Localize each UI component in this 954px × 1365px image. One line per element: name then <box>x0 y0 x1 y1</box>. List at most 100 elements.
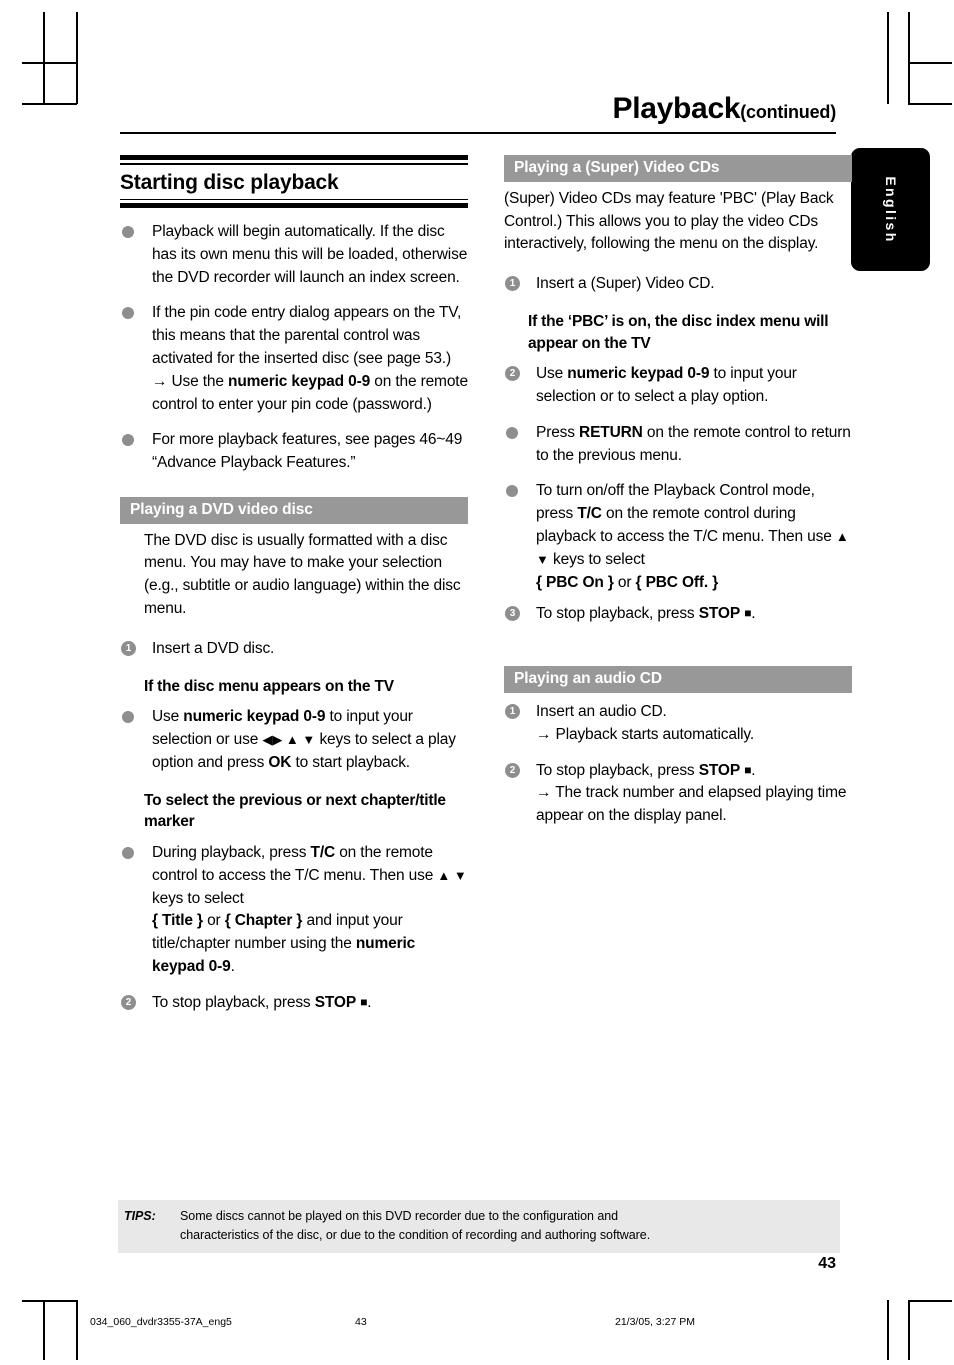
list-item: If the pin code entry dialog appears on … <box>120 302 468 416</box>
list-item-text: Playback will begin automatically. If th… <box>152 223 468 286</box>
stop-button-label: STOP <box>698 605 741 623</box>
updown-keys-icon: ▲ ▼ <box>437 867 467 883</box>
step-text: Insert a (Super) Video CD. <box>536 275 715 293</box>
page-title-sub: (continued) <box>740 102 836 122</box>
subsection-bar-audio-cd: Playing an audio CD <box>504 666 852 693</box>
step-tail: . <box>367 993 372 1011</box>
numbered-step: 1 Insert a DVD disc. <box>120 638 468 661</box>
list-item-lead: Use <box>152 708 184 726</box>
numbered-step: 3 To stop playback, press STOP ■. <box>504 603 852 626</box>
list-item-or: or <box>613 573 636 591</box>
subsection-bar-label: Playing an audio CD <box>514 670 662 688</box>
list-item: For more playback features, see pages 46… <box>120 429 468 475</box>
dvd-subheading-disc-menu: If the disc menu appears on the TV <box>144 677 394 695</box>
step-arrow-note: → The track number and elapsed playing t… <box>536 784 847 825</box>
print-footer-page: 43 <box>355 1316 367 1328</box>
arrow-note-lead: → Use the <box>152 372 229 390</box>
tc-button-label: T/C <box>577 505 602 523</box>
step-lead: To stop playback, press <box>536 605 699 623</box>
list-item: During playback, press T/C on the remote… <box>120 842 468 979</box>
numbered-step: 2 To stop playback, press STOP ■. <box>120 992 468 1015</box>
bullet-dot-icon <box>122 307 134 320</box>
crop-mark-top-right <box>908 62 952 64</box>
list-item: Use numeric keypad 0-9 to input your sel… <box>120 706 468 774</box>
step-number-badge: 2 <box>121 994 136 1010</box>
crop-mark-bottom-right <box>908 1300 910 1360</box>
crop-mark-bottom-right <box>887 1300 889 1360</box>
page-title: Playback(continued) <box>120 92 837 126</box>
list-item-bold: T/C <box>310 843 336 861</box>
section-rule-bottom <box>120 203 468 209</box>
stop-button-label: STOP <box>314 993 357 1011</box>
numbered-step: 1 Insert an audio CD. → Playback starts … <box>504 701 852 747</box>
bullet-dot-icon <box>122 434 134 447</box>
language-tab-label: English <box>882 175 899 244</box>
return-button-label: RETURN <box>579 423 643 441</box>
tips-box: TIPS: Some discs cannot be played on thi… <box>118 1200 840 1253</box>
crop-mark-top-right <box>908 103 952 105</box>
tips-line-1: Some discs cannot be played on this DVD … <box>180 1209 619 1223</box>
list-item-bold2: OK <box>268 753 292 771</box>
page-number: 43 <box>818 1255 836 1272</box>
subsection-bar-dvd-video-disc: Playing a DVD video disc <box>120 496 468 524</box>
crop-mark-top-left <box>76 12 78 104</box>
tips-label: TIPS: <box>124 1209 156 1223</box>
list-item-lead: Press <box>536 423 580 441</box>
step-number-badge: 3 <box>505 606 520 622</box>
tips-content: TIPS: Some discs cannot be played on thi… <box>118 1207 840 1245</box>
vcd-intro-paragraph: (Super) Video CDs may feature 'PBC' (Pla… <box>504 189 834 253</box>
step-arrow-note: → Playback starts automatically. <box>536 725 755 743</box>
subsection-bar-super-video-cds: Playing a (Super) Video CDs <box>504 155 852 182</box>
section-rule-thin-bottom <box>120 198 468 201</box>
crop-mark-bottom-left <box>22 1300 77 1302</box>
crop-mark-top-left <box>22 62 76 64</box>
print-footer-filename: 034_060_dvdr3355-37A_eng5 <box>90 1316 232 1328</box>
list-item: Press RETURN on the remote control to re… <box>504 422 852 468</box>
list-item-lead: During playback, press <box>152 843 311 861</box>
list-item-tail: to start playback. <box>291 753 410 771</box>
stop-button-label: STOP <box>698 761 741 779</box>
list-item: To turn on/off the Playback Control mode… <box>504 480 852 594</box>
bullet-dot-icon <box>506 426 518 439</box>
step-number-badge: 1 <box>505 276 520 292</box>
crop-mark-bottom-left <box>76 1300 78 1360</box>
bullet-dot-icon <box>506 485 518 498</box>
list-item-text: For more playback features, see pages 46… <box>152 431 463 472</box>
menu-option-chapter: { Chapter } <box>224 912 303 930</box>
step-number-badge: 2 <box>505 762 520 778</box>
tips-line-2: characteristics of the disc, or due to t… <box>180 1228 651 1242</box>
list-item-mid2: keys to select <box>152 889 244 907</box>
list-item-or: or <box>202 912 225 930</box>
list-item: Playback will begin automatically. If th… <box>120 221 468 289</box>
step-lead: Use <box>536 365 568 383</box>
left-column: Starting disc playback Playback will beg… <box>120 155 468 1014</box>
crop-mark-top-left <box>43 12 45 104</box>
bullet-dot-icon <box>122 711 134 724</box>
vcd-subheading-pbc-on: If the ‘PBC’ is on, the disc index menu … <box>528 312 829 352</box>
subsection-bar-label: Playing a DVD video disc <box>130 500 313 518</box>
language-tab: English <box>851 148 930 271</box>
page-title-main: Playback <box>612 92 741 125</box>
step-number-badge: 1 <box>121 640 136 656</box>
menu-option-pbc-on: { PBC On } <box>536 573 614 591</box>
step-bold: numeric keypad 0-9 <box>567 365 710 383</box>
step-number-badge: 2 <box>505 366 520 382</box>
bullet-dot-icon <box>122 226 134 239</box>
crop-mark-bottom-left <box>43 1300 45 1360</box>
right-column: Playing a (Super) Video CDs (Super) Vide… <box>504 155 852 828</box>
list-item-text: If the pin code entry dialog appears on … <box>152 304 462 367</box>
list-item-mid2: keys to select <box>548 550 645 568</box>
menu-option-pbc-off: { PBC Off. } <box>635 573 719 591</box>
crop-mark-top-right <box>887 12 889 104</box>
arrow-note-bold: numeric keypad 0-9 <box>228 372 371 390</box>
subsection-bar-label: Playing a (Super) Video CDs <box>514 159 720 176</box>
direction-keys-icon: ◀▶ ▲ ▼ <box>262 732 316 748</box>
crop-mark-top-right <box>908 12 910 104</box>
step-lead: To stop playback, press <box>152 993 315 1011</box>
step-text: Insert a DVD disc. <box>152 639 275 657</box>
print-footer-date: 21/3/05, 3:27 PM <box>615 1316 695 1328</box>
numbered-step: 1 Insert a (Super) Video CD. <box>504 273 852 296</box>
step-number-badge: 1 <box>505 703 520 719</box>
list-item-bold: numeric keypad 0-9 <box>183 708 326 726</box>
step-text: Insert an audio CD. <box>536 702 667 720</box>
